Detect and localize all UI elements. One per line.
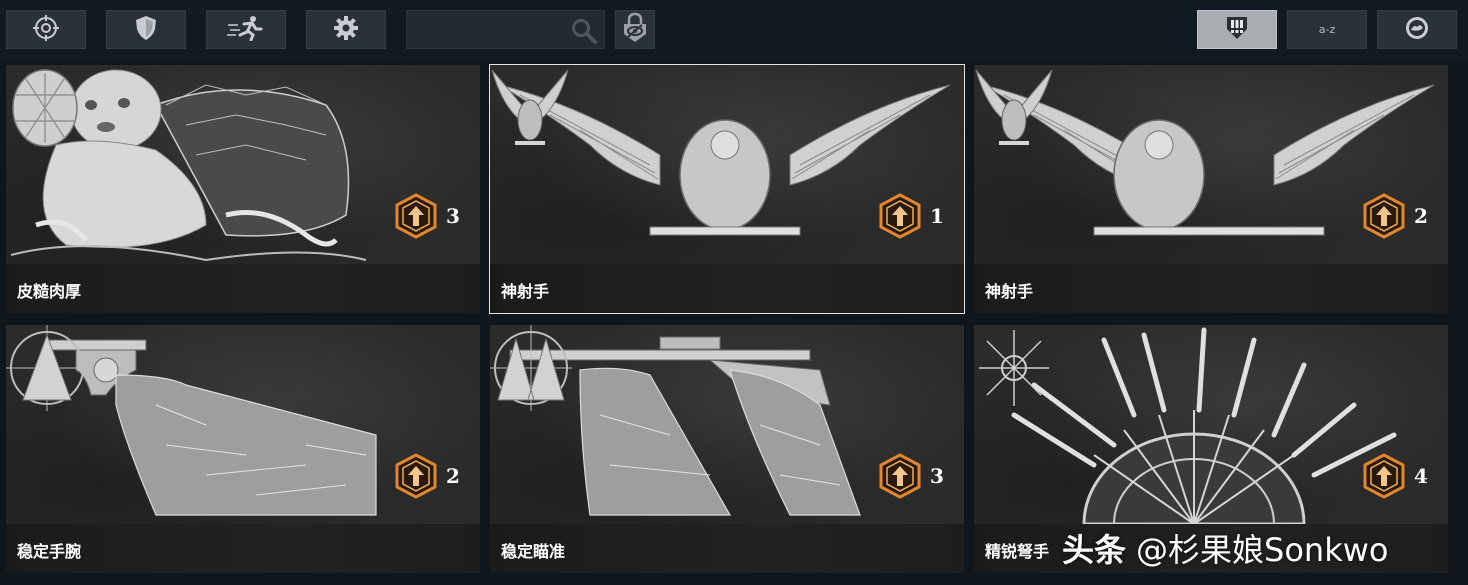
gear-icon bbox=[333, 15, 359, 45]
crosshair-icon bbox=[33, 14, 59, 45]
search-icon[interactable] bbox=[570, 17, 598, 49]
arrow-star-icon bbox=[979, 330, 1049, 406]
perk-cost: 3 bbox=[878, 451, 958, 501]
perk-sort-icon bbox=[1225, 15, 1249, 45]
perk-name: 皮糙肉厚 bbox=[17, 282, 82, 301]
perk-cost: 3 bbox=[394, 191, 474, 241]
filter-movement-button[interactable] bbox=[206, 10, 286, 49]
perk-label-bar bbox=[490, 264, 964, 313]
turtle-shell-icon bbox=[12, 69, 78, 147]
perk-card[interactable]: 2 稳定手腕 bbox=[6, 325, 480, 573]
crosshair-peak-icon bbox=[6, 325, 88, 411]
perk-card[interactable]: 3 皮糙肉厚 bbox=[6, 65, 480, 313]
perk-cost-icon bbox=[879, 193, 921, 239]
search-box[interactable] bbox=[406, 10, 605, 49]
toolbar: a-z bbox=[0, 0, 1468, 62]
perk-name: 稳定瞄准 bbox=[501, 542, 566, 561]
perk-name: 神射手 bbox=[985, 282, 1034, 301]
shield-icon bbox=[134, 15, 158, 45]
perk-cost: 1 bbox=[878, 191, 958, 241]
eagle-icon bbox=[975, 69, 1053, 145]
perk-card[interactable]: 3 稳定瞄准 bbox=[490, 325, 964, 573]
perk-name: 精锐弩手 bbox=[985, 542, 1050, 561]
perk-cost-icon bbox=[1363, 453, 1405, 499]
perk-card-selected[interactable]: 1 神射手 bbox=[489, 64, 965, 314]
perk-cost-value: 4 bbox=[1414, 464, 1428, 488]
watermark: 头条 @杉果娘Sonkwo bbox=[1062, 523, 1388, 573]
running-man-icon bbox=[226, 15, 266, 45]
perk-name: 神射手 bbox=[501, 282, 550, 301]
perk-cost-icon bbox=[395, 453, 437, 499]
filter-settings-button[interactable] bbox=[306, 10, 386, 49]
perk-cost-value: 3 bbox=[930, 464, 944, 488]
perk-cost-icon bbox=[879, 453, 921, 499]
sort-perk-button[interactable] bbox=[1197, 10, 1277, 49]
perk-cost: 2 bbox=[394, 451, 474, 501]
lock-toggle-button[interactable] bbox=[615, 10, 655, 49]
eagle-icon bbox=[491, 69, 569, 145]
perk-cost-value: 2 bbox=[1414, 204, 1428, 228]
search-input[interactable] bbox=[413, 17, 567, 45]
sort-badge-button[interactable] bbox=[1377, 10, 1457, 49]
perk-cost-value: 1 bbox=[930, 204, 944, 228]
filter-aim-button[interactable] bbox=[6, 10, 86, 49]
perk-cost-icon bbox=[1363, 193, 1405, 239]
sort-az-button[interactable]: a-z bbox=[1287, 10, 1367, 49]
perk-cost: 2 bbox=[1362, 191, 1442, 241]
badge-sort-icon bbox=[1404, 15, 1430, 45]
perk-card[interactable]: 2 神射手 bbox=[974, 65, 1448, 313]
filter-defense-button[interactable] bbox=[106, 10, 186, 49]
perk-cost: 4 bbox=[1362, 451, 1442, 501]
perk-label-bar bbox=[974, 264, 1448, 313]
perk-cost-value: 2 bbox=[446, 464, 460, 488]
twin-peaks-icon bbox=[490, 325, 572, 411]
perk-cost-icon bbox=[395, 193, 437, 239]
lock-hidden-icon bbox=[620, 12, 650, 48]
watermark-handle: @杉果娘Sonkwo bbox=[1136, 531, 1389, 569]
sort-az-label: a-z bbox=[1318, 23, 1336, 36]
perk-cost-value: 3 bbox=[446, 204, 460, 228]
watermark-brand: 头条 bbox=[1062, 531, 1127, 569]
perk-name: 稳定手腕 bbox=[17, 542, 82, 561]
